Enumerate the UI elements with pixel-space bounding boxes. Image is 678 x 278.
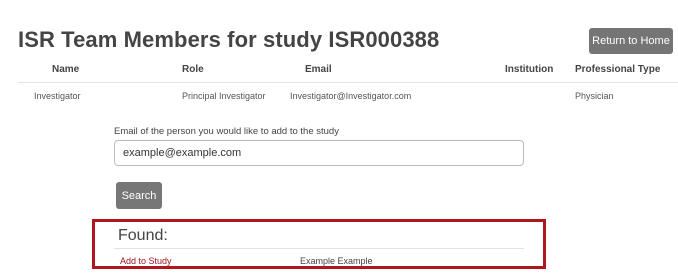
return-to-home-button[interactable]: Return to Home	[589, 28, 673, 54]
found-label: Found:	[118, 227, 168, 244]
cell-professional-type: Physician	[575, 91, 614, 101]
found-divider	[114, 248, 524, 249]
cell-email: Investigator@Investigator.com	[290, 91, 412, 101]
table-divider	[18, 82, 678, 83]
header-name: Name	[52, 64, 80, 75]
header-email: Email	[305, 64, 332, 75]
email-prompt-label: Email of the person you would like to ad…	[114, 126, 339, 137]
cell-name: Investigator	[34, 91, 81, 101]
found-person-name: Example Example	[300, 256, 373, 266]
header-role: Role	[182, 64, 204, 75]
header-institution: Institution	[505, 64, 554, 75]
email-search-input[interactable]	[114, 140, 524, 166]
add-to-study-link[interactable]: Add to Study	[120, 256, 172, 266]
page-title: ISR Team Members for study ISR000388	[18, 27, 440, 52]
header-professional-type: Professional Type	[575, 64, 661, 75]
search-button[interactable]: Search	[116, 182, 162, 209]
cell-role: Principal Investigator	[182, 91, 266, 101]
